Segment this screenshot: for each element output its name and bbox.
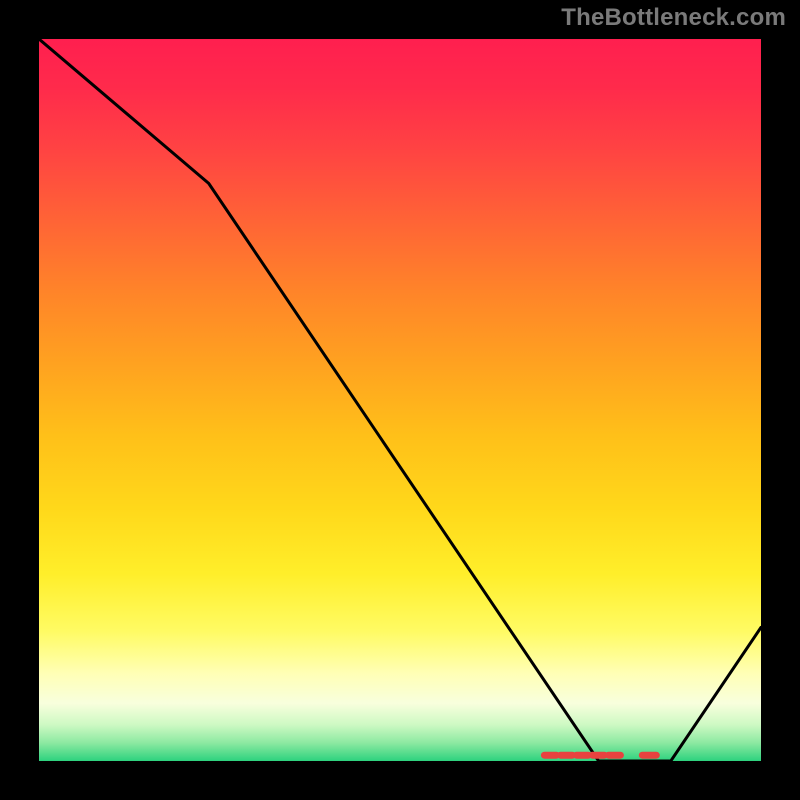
chart-svg xyxy=(39,39,761,761)
chart-plot-area xyxy=(35,35,765,765)
chart-wrapper: TheBottleneck.com xyxy=(0,0,800,800)
watermark-text: TheBottleneck.com xyxy=(561,4,786,32)
curve-path xyxy=(39,39,761,761)
